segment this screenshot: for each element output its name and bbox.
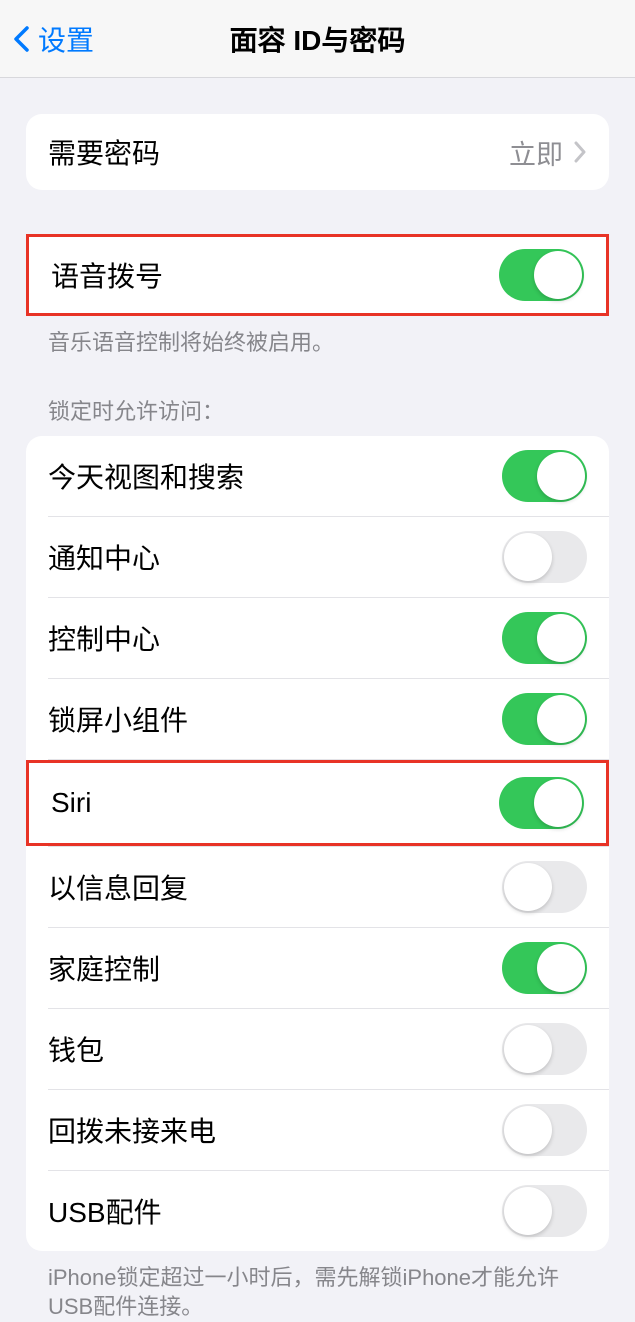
lock-access-label: 回拨未接来电	[48, 1110, 216, 1150]
lock-access-toggle[interactable]	[502, 1185, 587, 1237]
lock-access-toggle[interactable]	[502, 693, 587, 745]
chevron-right-icon	[573, 141, 587, 163]
lock-access-label: 以信息回复	[48, 867, 188, 907]
require-passcode-label: 需要密码	[48, 132, 160, 172]
lock-access-toggle[interactable]	[502, 1104, 587, 1156]
lock-access-row: 以信息回复	[26, 847, 609, 927]
lock-access-row: 锁屏小组件	[26, 679, 609, 759]
lock-access-row: 回拨未接来电	[26, 1090, 609, 1170]
lock-access-toggle[interactable]	[502, 942, 587, 994]
chevron-left-icon	[12, 25, 30, 53]
back-button[interactable]: 设置	[12, 19, 94, 59]
voice-dial-label: 语音拨号	[51, 255, 163, 295]
lock-access-toggle[interactable]	[502, 531, 587, 583]
lock-access-row: 通知中心	[26, 517, 609, 597]
lock-access-row: Siri	[29, 763, 606, 843]
voice-dial-footer: 音乐语音控制将始终被启用。	[26, 316, 609, 358]
lock-access-toggle[interactable]	[502, 450, 587, 502]
lock-access-label: 锁屏小组件	[48, 699, 188, 739]
lock-access-toggle[interactable]	[502, 612, 587, 664]
require-passcode-row[interactable]: 需要密码 立即	[26, 114, 609, 190]
lock-access-row: USB配件	[26, 1171, 609, 1251]
voice-dial-toggle[interactable]	[499, 249, 584, 301]
lock-access-toggle[interactable]	[502, 1023, 587, 1075]
lock-access-label: 今天视图和搜索	[48, 456, 244, 496]
lock-access-group: 今天视图和搜索通知中心控制中心锁屏小组件 Siri 以信息回复家庭控制钱包回拨未接来…	[26, 436, 609, 1251]
lock-access-row: 控制中心	[26, 598, 609, 678]
require-passcode-value: 立即	[509, 133, 563, 172]
lock-access-label: USB配件	[48, 1191, 162, 1231]
lock-access-toggle[interactable]	[502, 861, 587, 913]
voice-dial-group: 语音拨号	[26, 234, 609, 316]
usb-footer: iPhone锁定超过一小时后，需先解锁iPhone才能允许USB配件连接。	[26, 1251, 609, 1322]
lock-access-label: 家庭控制	[48, 948, 160, 988]
lock-access-row: 家庭控制	[26, 928, 609, 1008]
lock-access-row: 今天视图和搜索	[26, 436, 609, 516]
lock-access-label: 钱包	[48, 1029, 104, 1069]
navigation-header: 设置 面容 ID与密码	[0, 0, 635, 78]
page-title: 面容 ID与密码	[230, 19, 406, 59]
require-passcode-group: 需要密码 立即	[26, 114, 609, 190]
voice-dial-row: 语音拨号	[29, 237, 606, 313]
lock-access-toggle[interactable]	[499, 777, 584, 829]
lock-access-label: 通知中心	[48, 537, 160, 577]
lock-access-row: 钱包	[26, 1009, 609, 1089]
back-label: 设置	[38, 19, 94, 59]
lock-access-label: Siri	[51, 787, 91, 819]
lock-access-label: 控制中心	[48, 618, 160, 658]
lock-access-header: 锁定时允许访问：	[26, 394, 609, 436]
siri-highlight: Siri	[26, 760, 609, 846]
